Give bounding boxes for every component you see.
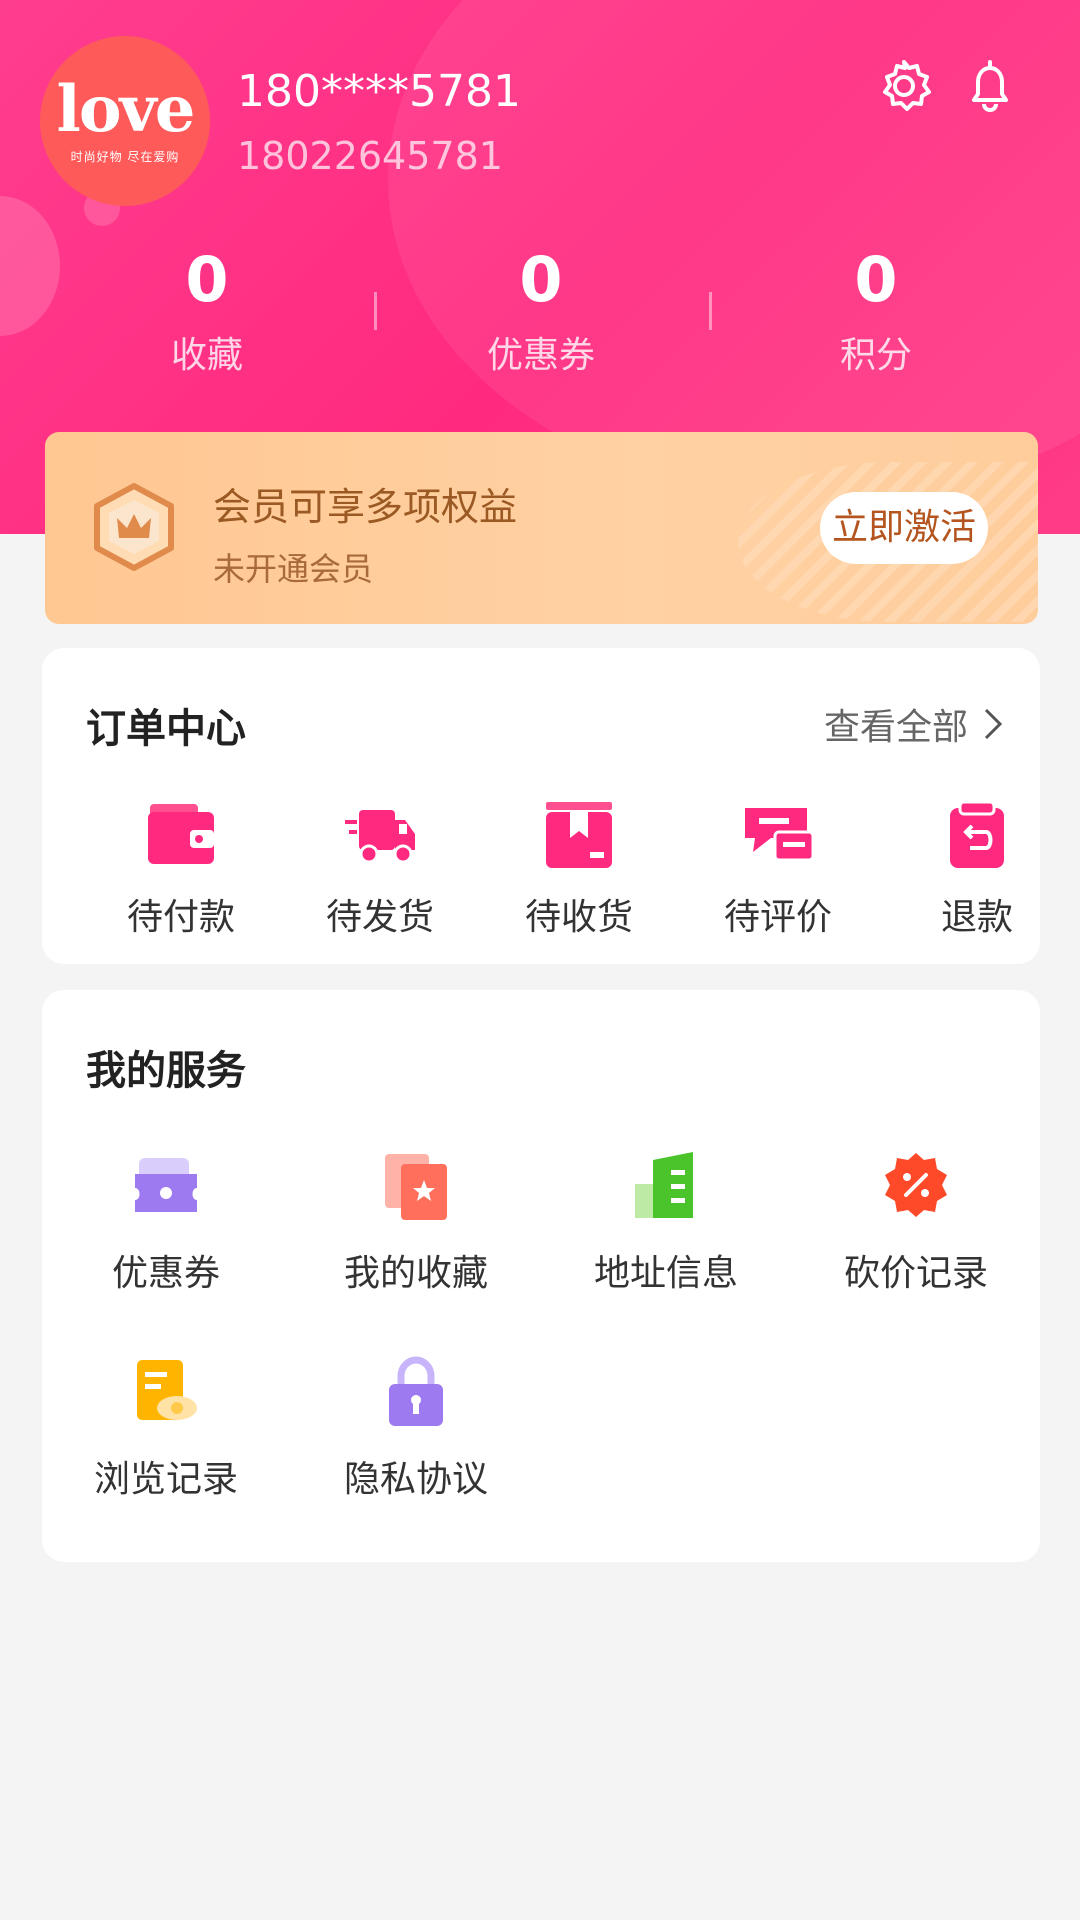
favorites-icon: [385, 1154, 447, 1220]
logo-text: love: [56, 71, 196, 147]
building-icon: [635, 1152, 693, 1218]
service-address[interactable]: 地址信息: [551, 1150, 781, 1296]
service-label: 浏览记录: [93, 1459, 238, 1500]
order-pending-review[interactable]: 待评价: [683, 798, 873, 940]
service-favorites[interactable]: 我的收藏: [301, 1150, 531, 1296]
service-privacy-policy[interactable]: 隐私协议: [301, 1356, 531, 1502]
my-services-title: 我的服务: [86, 1048, 246, 1094]
refund-icon: [950, 800, 1004, 868]
avatar[interactable]: love 时尚好物 尽在爱购: [40, 36, 210, 206]
my-services-card: 我的服务 优惠券 我的收藏 地址信息 砍价记录 浏览记录 隐私协议: [42, 990, 1040, 1562]
vip-title: 会员可享多项权益: [213, 485, 518, 529]
order-label: 待评价: [723, 897, 832, 938]
order-pending-receipt[interactable]: 待收货: [484, 798, 674, 940]
package-icon: [546, 802, 612, 868]
stat-points[interactable]: 0 积分: [776, 240, 976, 378]
service-bargain-records[interactable]: 砍价记录: [801, 1150, 1031, 1296]
order-label: 退款: [940, 897, 1013, 938]
activate-button[interactable]: 立即激活: [820, 492, 988, 564]
crown-badge-icon: [94, 483, 174, 571]
wallet-icon: [148, 804, 214, 864]
chevron-right-icon: [984, 708, 1003, 740]
stat-favorites[interactable]: 0 收藏: [107, 240, 307, 378]
stat-value: 0: [519, 243, 563, 316]
notification-button[interactable]: [960, 56, 1020, 116]
discount-icon: [885, 1153, 947, 1217]
history-icon: [137, 1360, 197, 1420]
comment-icon: [745, 808, 815, 862]
stat-label: 收藏: [170, 335, 243, 376]
service-label: 地址信息: [593, 1253, 738, 1294]
bell-icon: [972, 60, 1008, 113]
service-label: 我的收藏: [343, 1253, 488, 1294]
order-pending-shipment[interactable]: 待发货: [285, 798, 475, 940]
order-center-card: 订单中心 查看全部 待付款 待发货 待收货 待评价 退款: [42, 648, 1040, 964]
service-browsing-history[interactable]: 浏览记录: [51, 1356, 281, 1502]
truck-icon: [345, 810, 415, 864]
gear-icon: [883, 60, 931, 111]
stat-value: 0: [185, 243, 229, 316]
stat-divider: [709, 292, 712, 330]
lock-icon: [389, 1356, 443, 1426]
order-label: 待收货: [524, 897, 633, 938]
stat-value: 0: [854, 243, 898, 316]
coupon-icon: [135, 1158, 197, 1212]
username: 180****5781: [237, 66, 521, 117]
stat-coupons[interactable]: 0 优惠券: [441, 240, 641, 378]
order-label: 待发货: [325, 897, 434, 938]
view-all-orders-link[interactable]: 查看全部: [824, 698, 1006, 750]
vip-banner[interactable]: 会员可享多项权益 未开通会员 立即激活: [45, 432, 1038, 624]
stat-label: 优惠券: [486, 335, 595, 376]
order-pending-payment[interactable]: 待付款: [86, 798, 276, 940]
service-coupons[interactable]: 优惠券: [51, 1150, 281, 1296]
service-label: 优惠券: [111, 1253, 220, 1294]
stat-label: 积分: [839, 335, 912, 376]
order-refund[interactable]: 退款: [882, 798, 1072, 940]
vip-subtitle: 未开通会员: [213, 550, 374, 588]
settings-button[interactable]: [874, 56, 934, 116]
stats-row: 0 收藏 0 优惠券 0 积分: [0, 240, 1080, 390]
view-all-label: 查看全部: [823, 707, 968, 748]
order-center-title: 订单中心: [86, 706, 246, 752]
service-label: 隐私协议: [343, 1459, 488, 1500]
phone-number: 18022645781: [237, 134, 503, 178]
logo-subtitle: 时尚好物 尽在爱购: [70, 149, 180, 164]
stat-divider: [374, 292, 377, 330]
order-label: 待付款: [126, 897, 235, 938]
service-label: 砍价记录: [843, 1253, 988, 1294]
